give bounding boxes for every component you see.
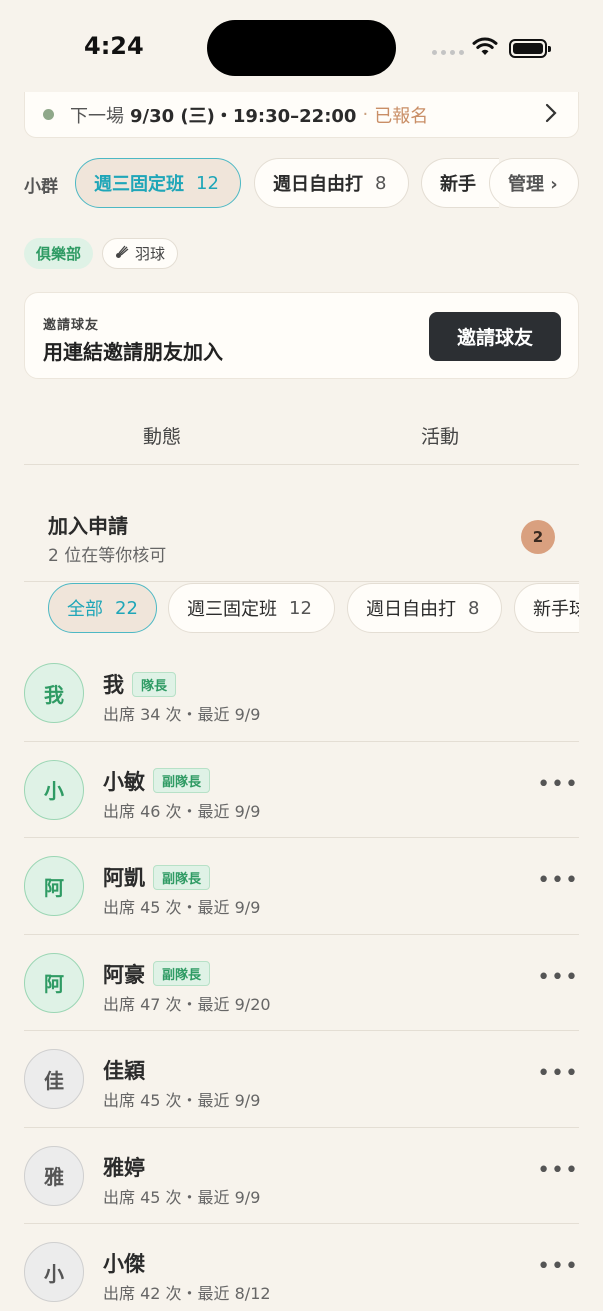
member-row[interactable]: 小 小敏 副隊長 出席 46 次・最近 9/9 ••• bbox=[24, 742, 579, 838]
more-options-icon[interactable]: ••• bbox=[537, 1254, 579, 1279]
member-row[interactable]: 佳 佳穎 出席 45 次・最近 9/9 ••• bbox=[24, 1031, 579, 1128]
member-name-row: 阿豪 副隊長 bbox=[103, 959, 211, 989]
member-name: 小傑 bbox=[103, 1252, 145, 1276]
sport-tag: 羽球 bbox=[102, 238, 179, 269]
member-filter-bar: 全部 22 週三固定班 12 週日自由打 8 新手球 bbox=[48, 583, 579, 633]
tag-row: 俱樂部 羽球 bbox=[24, 238, 179, 269]
chip-count: 8 bbox=[468, 597, 480, 619]
dynamic-island bbox=[207, 20, 396, 76]
role-badge: 副隊長 bbox=[153, 961, 211, 986]
avatar: 小 bbox=[24, 759, 84, 820]
member-name: 我 bbox=[103, 673, 124, 697]
role-badge: 副隊長 bbox=[153, 768, 211, 793]
chip-count: 22 bbox=[115, 597, 138, 619]
subgroup-chip-wed[interactable]: 週三固定班 12 bbox=[75, 158, 241, 208]
member-name: 佳穎 bbox=[103, 1059, 145, 1083]
chip-count: 12 bbox=[196, 172, 219, 194]
chip-name: 週三固定班 bbox=[187, 599, 277, 620]
subgroup-bar: 小群 週三固定班 12 週日自由打 8 新手 管理 › bbox=[24, 158, 579, 208]
more-options-icon[interactable]: ••• bbox=[537, 772, 579, 797]
filter-chip-all[interactable]: 全部 22 bbox=[48, 583, 157, 633]
avatar: 阿 bbox=[24, 952, 84, 1013]
filter-chip-sun[interactable]: 週日自由打 8 bbox=[347, 583, 502, 633]
member-row[interactable]: 我 我 隊長 出席 34 次・最近 9/9 bbox=[24, 645, 579, 742]
battery-icon bbox=[509, 39, 551, 58]
member-name-row: 雅婷 bbox=[103, 1152, 145, 1182]
member-row[interactable]: 小 小傑 出席 42 次・最近 8/12 ••• bbox=[24, 1224, 579, 1311]
member-name: 小敏 bbox=[103, 769, 145, 794]
more-options-icon[interactable]: ••• bbox=[537, 868, 579, 893]
wifi-icon bbox=[472, 37, 498, 61]
member-stats: 出席 45 次・最近 9/9 bbox=[103, 898, 261, 917]
club-tag: 俱樂部 bbox=[24, 238, 94, 269]
member-stats: 出席 45 次・最近 9/9 bbox=[103, 1187, 261, 1207]
chip-name: 新手 bbox=[440, 174, 476, 195]
role-badge: 隊長 bbox=[132, 671, 177, 697]
cellular-signal-icon bbox=[432, 50, 464, 55]
member-stats: 出席 47 次・最近 9/20 bbox=[103, 994, 271, 1014]
next-event-separator: · bbox=[362, 104, 369, 125]
shuttlecock-icon bbox=[115, 245, 129, 263]
member-name-row: 我 隊長 bbox=[103, 669, 177, 699]
next-event-label: 下一場 bbox=[70, 105, 124, 127]
chip-name: 全部 bbox=[67, 599, 103, 620]
avatar: 雅 bbox=[24, 1145, 84, 1206]
member-row[interactable]: 阿 阿豪 副隊長 出席 47 次・最近 9/20 ••• bbox=[24, 935, 579, 1031]
more-options-icon[interactable]: ••• bbox=[537, 1061, 579, 1086]
subgroup-chip-sun[interactable]: 週日自由打 8 bbox=[254, 158, 409, 208]
filter-chip-wed[interactable]: 週三固定班 12 bbox=[168, 583, 335, 633]
chip-count: 8 bbox=[375, 172, 387, 194]
tab-events[interactable]: 活動 bbox=[370, 422, 510, 449]
next-event-card[interactable]: 下一場 9/30 (三)・19:30–22:00 · 已報名 bbox=[24, 92, 579, 138]
status-bar: 4:24 bbox=[0, 0, 603, 92]
chip-count: 12 bbox=[289, 597, 312, 619]
member-name-row: 佳穎 bbox=[103, 1055, 145, 1085]
avatar: 我 bbox=[24, 663, 84, 723]
invite-title: 用連結邀請朋友加入 bbox=[43, 340, 223, 364]
invite-button[interactable]: 邀請球友 bbox=[429, 312, 561, 361]
registration-status: 已報名 bbox=[374, 105, 429, 127]
member-stats: 出席 45 次・最近 9/9 bbox=[103, 1091, 261, 1110]
member-name-row: 阿凱 副隊長 bbox=[103, 862, 211, 892]
next-event-time: 9/30 (三)・19:30–22:00 bbox=[130, 105, 357, 127]
pending-count-badge: 2 bbox=[521, 520, 555, 554]
filter-chip-beginner[interactable]: 新手球 bbox=[514, 583, 579, 633]
status-time: 4:24 bbox=[84, 32, 144, 60]
member-stats: 出席 46 次・最近 9/9 bbox=[103, 801, 261, 821]
member-row[interactable]: 阿 阿凱 副隊長 出席 45 次・最近 9/9 ••• bbox=[24, 838, 579, 935]
manage-groups-button[interactable]: 管理 › bbox=[489, 158, 579, 208]
tab-bar: 動態 活動 bbox=[24, 404, 579, 465]
more-options-icon[interactable]: ••• bbox=[537, 1158, 579, 1183]
subgroup-label: 小群 bbox=[24, 177, 58, 197]
member-list: 我 我 隊長 出席 34 次・最近 9/9 小 小敏 副隊長 出席 46 次・最… bbox=[24, 645, 579, 1311]
chip-name: 週日自由打 bbox=[273, 174, 363, 195]
join-request-row[interactable]: 加入申請 2 位在等你核可 2 bbox=[24, 466, 579, 582]
manage-label: 管理 › bbox=[508, 174, 558, 195]
join-request-subtitle: 2 位在等你核可 bbox=[48, 546, 167, 566]
member-row[interactable]: 雅 雅婷 出席 45 次・最近 9/9 ••• bbox=[24, 1128, 579, 1224]
role-badge: 副隊長 bbox=[153, 864, 211, 890]
status-dot-icon bbox=[43, 109, 54, 120]
sport-label: 羽球 bbox=[135, 245, 166, 263]
more-options-icon[interactable]: ••• bbox=[537, 965, 579, 990]
tab-feed[interactable]: 動態 bbox=[92, 422, 232, 449]
chevron-right-icon[interactable] bbox=[544, 102, 558, 130]
member-name: 阿豪 bbox=[103, 962, 145, 987]
avatar: 阿 bbox=[24, 856, 84, 916]
subgroup-chip-beginner[interactable]: 新手 bbox=[421, 158, 499, 208]
member-name: 雅婷 bbox=[103, 1155, 145, 1180]
member-stats: 出席 34 次・最近 9/9 bbox=[103, 705, 261, 724]
member-name-row: 小敏 副隊長 bbox=[103, 766, 211, 796]
avatar: 小 bbox=[24, 1242, 84, 1302]
member-name-row: 小傑 bbox=[103, 1248, 145, 1278]
chip-name: 週三固定班 bbox=[94, 174, 184, 195]
chip-name: 新手球 bbox=[533, 599, 579, 620]
chip-name: 週日自由打 bbox=[366, 599, 456, 620]
join-request-title: 加入申請 bbox=[48, 514, 128, 538]
invite-card: 邀請球友 用連結邀請朋友加入 邀請球友 bbox=[24, 292, 579, 379]
member-name: 阿凱 bbox=[103, 866, 145, 890]
member-stats: 出席 42 次・最近 8/12 bbox=[103, 1284, 271, 1303]
invite-caption: 邀請球友 bbox=[43, 318, 100, 333]
avatar: 佳 bbox=[24, 1049, 84, 1109]
